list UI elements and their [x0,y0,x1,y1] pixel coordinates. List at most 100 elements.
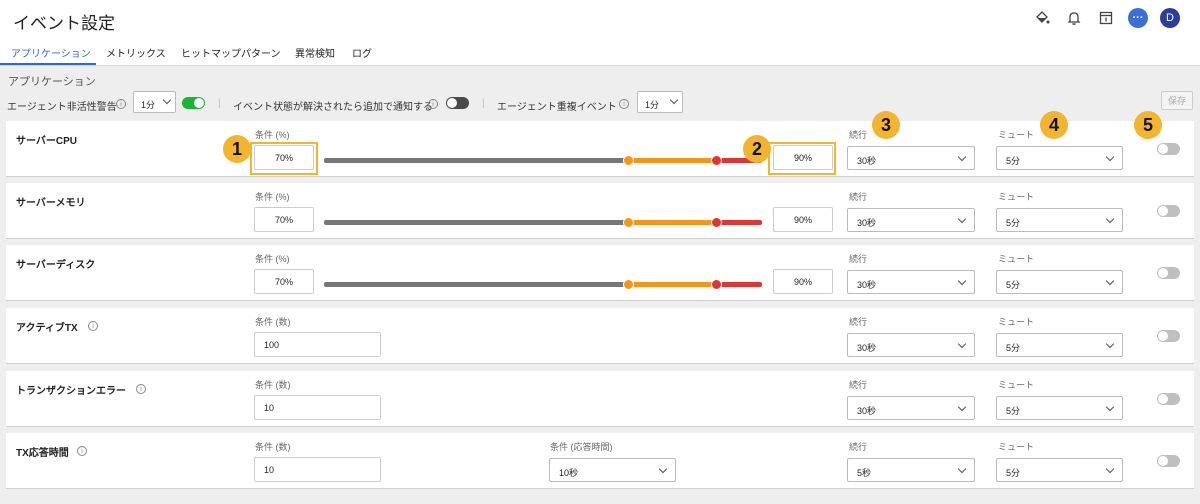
annotation-badge-2: 2 [743,135,771,163]
chevron-down-icon [1105,276,1115,286]
threshold-slider [324,217,762,228]
mute-value: 5分 [1006,218,1021,228]
critical-handle[interactable] [711,279,722,290]
duration-value: 30秒 [857,280,877,290]
warning-handle[interactable] [623,217,634,228]
duration-label: 続行 [849,130,868,140]
duration-label: 続行 [849,192,868,202]
duration-select[interactable]: 30秒 [847,146,975,170]
mute-select[interactable]: 5分 [996,208,1123,232]
response-time-select[interactable]: 10秒 [549,458,676,482]
event-enable-toggle[interactable] [1157,205,1180,217]
count-input[interactable]: 100 [254,332,381,357]
warning-handle[interactable] [623,279,634,290]
highlight-box-low-threshold [250,142,318,175]
chevron-down-icon [957,402,967,412]
tab-anomaly-detection[interactable]: 異常検知 [295,45,335,60]
event-enable-toggle[interactable] [1157,267,1180,279]
mute-select[interactable]: 5分 [996,458,1123,482]
mute-select[interactable]: 5分 [996,396,1123,420]
chevron-down-icon [1105,464,1115,474]
duration-select[interactable]: 30秒 [847,333,975,357]
mute-value: 5分 [1006,343,1021,353]
mute-label: ミュート [998,380,1035,390]
duplicate-event-select[interactable]: 1分 [637,91,683,113]
mute-value: 5分 [1006,156,1021,166]
annotation-badge-5: 5 [1134,111,1162,139]
annotation-badge-1: 1 [223,135,251,163]
duration-select[interactable]: 30秒 [847,270,975,294]
mute-select[interactable]: 5分 [996,333,1123,357]
duration-value: 5秒 [857,468,872,478]
mute-label: ミュート [998,254,1035,264]
inactive-alert-toggle[interactable] [182,97,205,109]
duration-value: 30秒 [857,343,877,353]
slider-normal-range [324,158,629,163]
chevron-down-icon [1105,339,1115,349]
inactive-alert-label: エージェント非活性警告 [7,102,117,113]
event-row-server-memory: サーバーメモリ 条件 (%) 70% 90% 続行 30秒 ミュート 5分 [6,183,1194,239]
slider-normal-range [324,282,629,287]
info-icon[interactable]: i [428,99,438,109]
save-button[interactable]: 保存 [1161,91,1193,110]
tab-log[interactable]: ログ [352,45,372,60]
event-enable-toggle[interactable] [1157,455,1180,467]
event-row-active-tx: アクティブTX i 条件 (数) 100 続行 30秒 ミュート 5分 [6,308,1194,364]
duration-select[interactable]: 30秒 [847,208,975,232]
critical-handle[interactable] [711,155,722,166]
high-threshold-input[interactable]: 90% [773,269,833,294]
event-enable-toggle[interactable] [1157,393,1180,405]
duration-label: 続行 [849,317,868,327]
event-row-tx-response-time: TX応答時間 i 条件 (数) 10 条件 (応答時間) 10秒 続行 5秒 ミ… [6,433,1194,489]
row-name: サーバーCPU [16,136,78,147]
duration-select[interactable]: 5秒 [847,458,975,482]
high-threshold-input[interactable]: 90% [773,207,833,232]
mute-select[interactable]: 5分 [996,146,1123,170]
mute-label: ミュート [998,317,1035,327]
condition-label: 条件 (数) [255,442,291,452]
tab-hitmap-pattern[interactable]: ヒットマップパターン [181,45,281,60]
condition-label: 条件 (%) [255,130,290,140]
avatar[interactable]: D [1160,8,1180,28]
slider-critical-range [717,220,762,225]
chat-icon[interactable]: ··· [1128,8,1148,28]
duration-value: 30秒 [857,156,877,166]
condition-label: 条件 (%) [255,192,290,202]
paint-bucket-icon[interactable] [1032,8,1052,28]
event-enable-toggle[interactable] [1157,143,1180,155]
info-icon[interactable]: i [136,384,146,394]
mute-select[interactable]: 5分 [996,270,1123,294]
count-input[interactable]: 10 [254,395,381,420]
bell-icon[interactable] [1064,8,1084,28]
header-actions: ··· D [1032,8,1180,28]
chevron-down-icon [658,464,668,474]
tab-application[interactable]: アプリケーション [11,45,91,60]
event-enable-toggle[interactable] [1157,330,1180,342]
slider-warning-range [629,282,717,287]
duration-label: 続行 [849,380,868,390]
chevron-down-icon [1105,214,1115,224]
chevron-down-icon [957,152,967,162]
count-input[interactable]: 10 [254,457,381,482]
low-threshold-input[interactable]: 70% [254,207,314,232]
separator: | [218,98,221,109]
info-icon[interactable]: i [77,446,87,456]
chevron-down-icon [957,339,967,349]
chevron-down-icon [1105,152,1115,162]
info-icon[interactable]: i [116,99,126,109]
critical-handle[interactable] [711,217,722,228]
warning-handle[interactable] [623,155,634,166]
low-threshold-input[interactable]: 70% [254,269,314,294]
duration-value: 30秒 [857,218,877,228]
document-icon[interactable] [1096,8,1116,28]
resolved-notify-toggle[interactable] [446,97,469,109]
section-title: アプリケーション [8,76,96,88]
tab-metrics[interactable]: メトリックス [106,45,166,60]
duration-select[interactable]: 30秒 [847,396,975,420]
chevron-down-icon [957,214,967,224]
condition-label: 条件 (数) [255,380,291,390]
threshold-slider [324,279,762,290]
info-icon[interactable]: i [619,99,629,109]
info-icon[interactable]: i [88,321,98,331]
inactive-alert-select[interactable]: 1分 [133,91,176,113]
